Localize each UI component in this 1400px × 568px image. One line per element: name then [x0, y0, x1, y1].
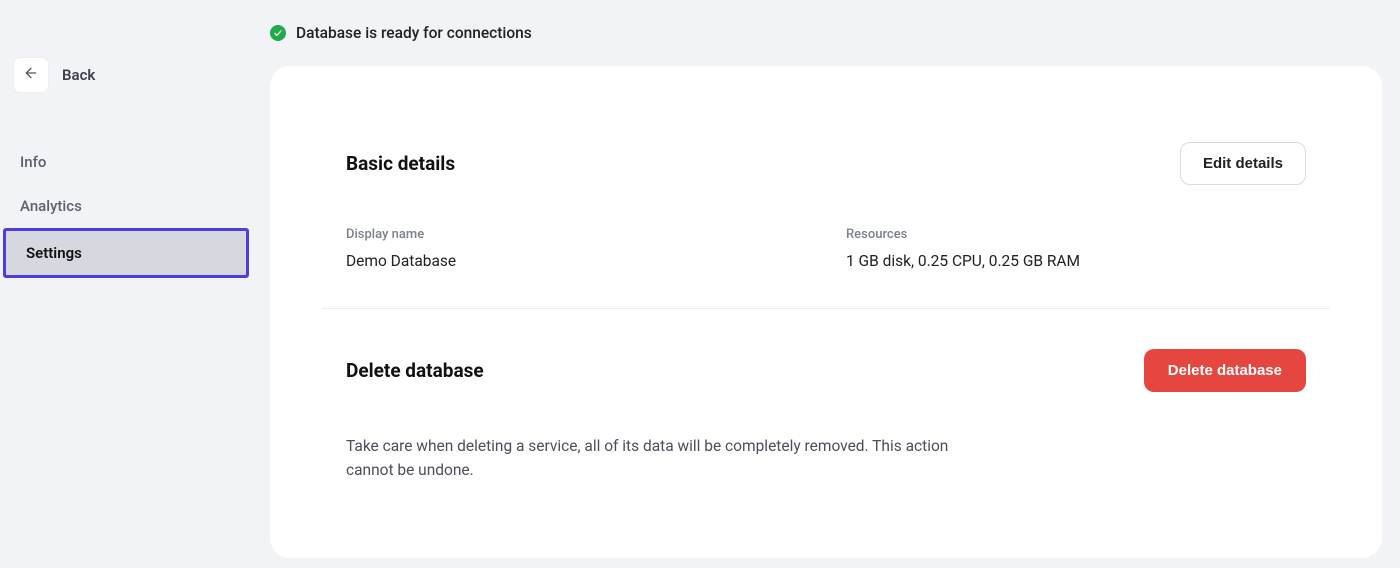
back-row: Back — [0, 58, 252, 92]
delete-database-title: Delete database — [346, 359, 484, 382]
status-banner: Database is ready for connections — [270, 24, 1382, 42]
settings-card: Basic details Edit details Display name … — [270, 66, 1382, 558]
sidebar-item-analytics[interactable]: Analytics — [0, 184, 252, 228]
sidebar-item-settings[interactable]: Settings — [3, 228, 249, 278]
back-button[interactable] — [14, 58, 48, 92]
resources-field: Resources 1 GB disk, 0.25 CPU, 0.25 GB R… — [846, 227, 1306, 270]
sidebar-item-info[interactable]: Info — [0, 140, 252, 184]
delete-database-description: Take care when deleting a service, all o… — [346, 434, 976, 482]
resources-label: Resources — [846, 227, 1306, 242]
sidebar-item-label: Info — [20, 153, 46, 171]
basic-details-title: Basic details — [346, 152, 455, 175]
delete-database-section: Delete database Delete database Take car… — [346, 349, 1306, 482]
arrow-left-icon — [23, 65, 39, 85]
section-divider — [322, 308, 1330, 309]
display-name-label: Display name — [346, 227, 806, 242]
display-name-value: Demo Database — [346, 252, 806, 270]
display-name-field: Display name Demo Database — [346, 227, 806, 270]
basic-details-section: Basic details Edit details Display name … — [346, 142, 1306, 270]
sidebar-item-label: Analytics — [20, 197, 82, 215]
check-circle-icon — [270, 25, 286, 41]
delete-database-button[interactable]: Delete database — [1144, 349, 1306, 392]
edit-details-button[interactable]: Edit details — [1180, 142, 1306, 185]
main-content: Database is ready for connections Basic … — [252, 0, 1400, 568]
basic-details-fields: Display name Demo Database Resources 1 G… — [346, 227, 1306, 270]
status-text: Database is ready for connections — [296, 24, 532, 42]
back-label: Back — [62, 66, 95, 84]
sidebar: Back Info Analytics Settings — [0, 0, 252, 568]
resources-value: 1 GB disk, 0.25 CPU, 0.25 GB RAM — [846, 252, 1306, 270]
sidebar-item-label: Settings — [26, 244, 82, 262]
sidebar-nav: Info Analytics Settings — [0, 140, 252, 278]
